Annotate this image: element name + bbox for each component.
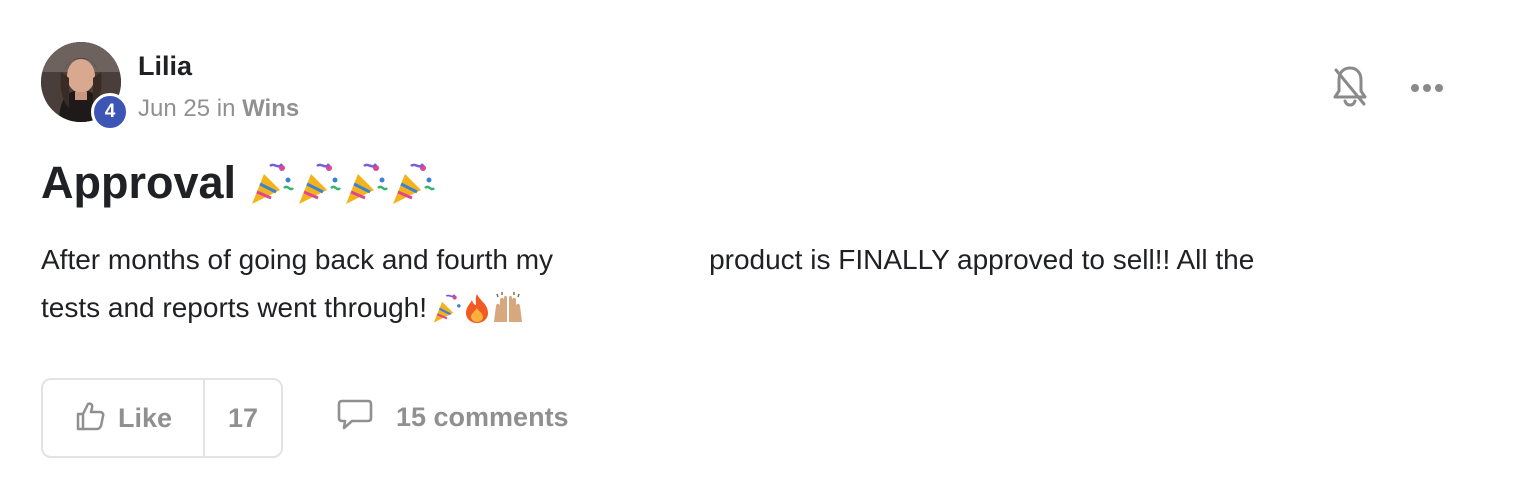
more-options-button[interactable] bbox=[1410, 80, 1444, 98]
post-date: Jun 25 bbox=[138, 95, 211, 122]
fire-icon bbox=[464, 292, 490, 324]
category-link[interactable]: Wins bbox=[242, 95, 299, 122]
post-body-text-1a: After months of going back and fourth my bbox=[41, 244, 554, 275]
post-body-text-2: tests and reports went through! bbox=[41, 292, 427, 323]
author-name[interactable]: Lilia bbox=[138, 50, 192, 82]
post-card: 4 Lilia Jun 25 in Wins Approval After mo… bbox=[0, 0, 1514, 488]
comment-icon bbox=[336, 398, 374, 437]
post-title: Approval bbox=[41, 157, 237, 208]
post-body-text-1b: product is FINALLY approved to sell!! Al… bbox=[709, 244, 1255, 275]
in-word: in bbox=[216, 95, 236, 122]
like-count[interactable]: 17 bbox=[205, 380, 281, 456]
post-body-line-1: After months of going back and fourth my… bbox=[41, 236, 1441, 284]
party-popper-icon bbox=[431, 292, 463, 324]
like-control: Like 17 bbox=[41, 378, 283, 458]
post-body-line-2: tests and reports went through! bbox=[41, 284, 1441, 332]
comments-label: 15 comments bbox=[396, 402, 569, 432]
header-actions bbox=[1332, 64, 1444, 113]
party-popper-icon bbox=[342, 160, 389, 206]
like-label: Like bbox=[117, 402, 173, 433]
level-badge: 4 bbox=[91, 93, 129, 131]
thumbs-up-icon bbox=[74, 400, 106, 437]
post-body: After months of going back and fourth my… bbox=[41, 236, 1441, 332]
raised-hands-icon bbox=[491, 292, 525, 324]
author-avatar-wrap[interactable]: 4 bbox=[41, 42, 129, 131]
post-meta: Jun 25 in Wins bbox=[138, 94, 299, 124]
bell-slash-icon bbox=[1332, 64, 1368, 113]
more-horizontal-icon bbox=[1410, 80, 1444, 98]
like-button[interactable]: Like bbox=[43, 380, 205, 456]
notifications-toggle-button[interactable] bbox=[1332, 64, 1368, 113]
body-emoji-row bbox=[431, 292, 525, 324]
party-popper-icon bbox=[389, 160, 436, 206]
party-popper-icon bbox=[295, 160, 342, 206]
comments-button[interactable]: 15 comments bbox=[336, 398, 569, 437]
title-emoji-row bbox=[248, 160, 436, 206]
party-popper-icon bbox=[248, 160, 295, 206]
post-title-row: Approval bbox=[41, 155, 436, 211]
